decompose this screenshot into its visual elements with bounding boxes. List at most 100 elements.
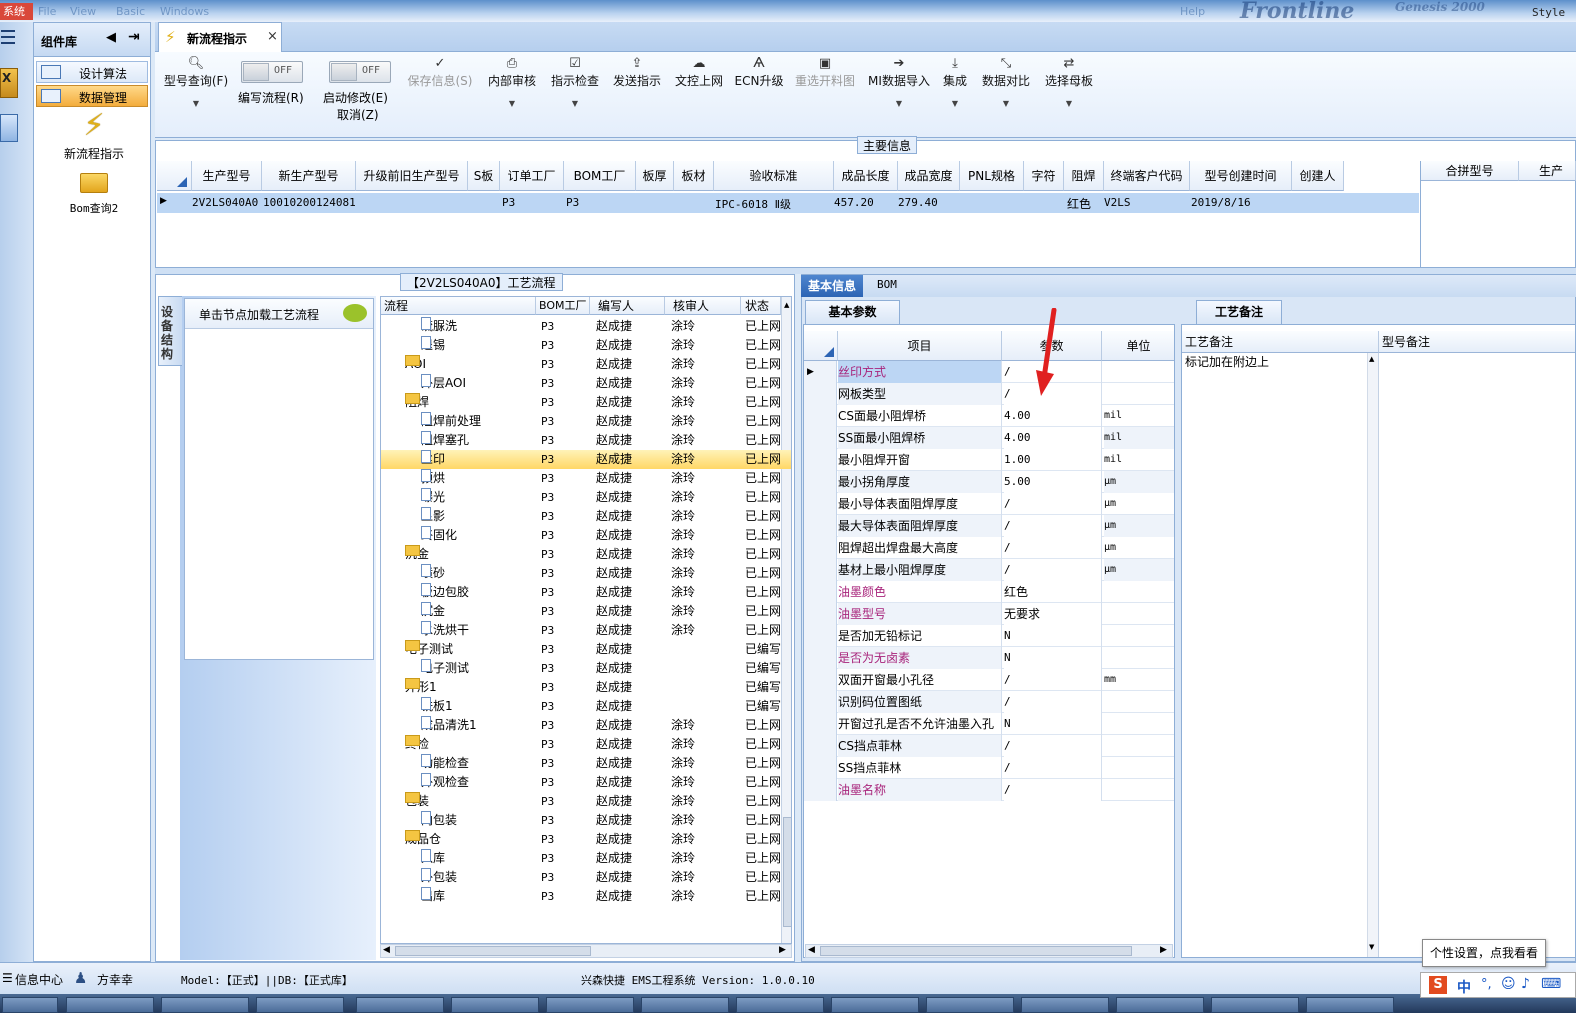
tree-row[interactable]: 板边包胶 P3 赵成捷 涂玲 已上网	[381, 583, 791, 602]
save-info-button[interactable]: ✓ 保存信息(S)	[405, 56, 475, 89]
tree-node[interactable]: 硫脲洗	[421, 317, 457, 336]
toggle-write-process[interactable]: OFF	[241, 61, 303, 83]
send-instruction-button[interactable]: ⇪ 发送指示	[608, 56, 666, 89]
column-header[interactable]: 工艺备注	[1182, 331, 1379, 353]
chevron-down-icon[interactable]: ▼	[483, 99, 541, 108]
column-header[interactable]: PNL规格	[960, 161, 1024, 191]
tree-node[interactable]: 丝印	[421, 450, 445, 469]
param-row[interactable]: 油墨型号 无要求	[804, 603, 1174, 625]
param-value[interactable]: 1.00	[1004, 449, 1102, 471]
taskbar-item[interactable]	[736, 997, 824, 1013]
column-header[interactable]: 终端客户代码	[1104, 161, 1190, 191]
pin-panel-icon[interactable]: ⇥	[128, 29, 140, 45]
param-row[interactable]: 双面开窗最小孔径 / mm	[804, 669, 1174, 691]
hamburger-menu-icon[interactable]	[1, 28, 15, 46]
node-prompt-bar[interactable]: 单击节点加载工艺流程	[185, 299, 373, 329]
tree-row[interactable]: 功能检查 P3 赵成捷 涂玲 已上网	[381, 754, 791, 773]
tree-row[interactable]: −阻焊 P3 赵成捷 涂玲 已上网	[381, 393, 791, 412]
param-row[interactable]: 油墨名称 /	[804, 779, 1174, 801]
chevron-down-icon[interactable]: ▼	[864, 99, 934, 108]
row-header[interactable]	[804, 735, 837, 757]
scroll-up-icon[interactable]: ▲	[784, 301, 789, 309]
param-row[interactable]: SS挡点菲林 /	[804, 757, 1174, 779]
tree-node[interactable]: −包装	[405, 792, 429, 811]
tree-row[interactable]: 预烘 P3 赵成捷 涂玲 已上网	[381, 469, 791, 488]
keyboard-icon[interactable]: ⌨	[1541, 976, 1561, 992]
column-header[interactable]: 创建人	[1292, 161, 1344, 191]
taskbar-item[interactable]	[546, 997, 634, 1013]
row-header[interactable]	[804, 383, 837, 405]
tree-row[interactable]: −AOI P3 赵成捷 涂玲 已上网	[381, 355, 791, 374]
row-header[interactable]	[804, 691, 837, 713]
tree-row[interactable]: 丝印 P3 赵成捷 涂玲 已上网	[381, 450, 791, 469]
param-row[interactable]: 最小导体表面阻焊厚度 / μm	[804, 493, 1174, 515]
column-header[interactable]: 阻焊	[1064, 161, 1104, 191]
param-row[interactable]: 最大导体表面阻焊厚度 / μm	[804, 515, 1174, 537]
param-value[interactable]: N	[1004, 647, 1102, 669]
tree-node[interactable]: −AOI	[405, 355, 426, 374]
mi-data-import-button[interactable]: ➔ MI数据导入 ▼	[864, 56, 934, 108]
param-row[interactable]: 油墨颜色 红色	[804, 581, 1174, 603]
scroll-left-icon[interactable]: ◀	[383, 945, 390, 955]
param-row[interactable]: 开窗过孔是否不允许油墨入孔 N	[804, 713, 1174, 735]
scrollbar-thumb[interactable]	[395, 946, 591, 956]
taskbar-item[interactable]	[1306, 997, 1394, 1013]
tab-basic-params[interactable]: 基本参数	[805, 300, 900, 324]
scroll-down-icon[interactable]: ▼	[1369, 943, 1374, 951]
toggle-start-modify[interactable]: OFF	[329, 61, 391, 83]
scroll-up-icon[interactable]: ▲	[1369, 355, 1374, 363]
row-header[interactable]	[804, 471, 837, 493]
internal-review-button[interactable]: ⎙ 内部审核 ▼	[483, 56, 541, 108]
tree-row[interactable]: 电子测试 P3 赵成捷 已编写	[381, 659, 791, 678]
tab-process-remarks[interactable]: 工艺备注	[1196, 300, 1282, 324]
tree-row[interactable]: 外包装 P3 赵成捷 涂玲 已上网	[381, 868, 791, 887]
tile-bom-query[interactable]: Bom查询2	[44, 169, 144, 215]
row-header[interactable]	[804, 449, 837, 471]
param-row[interactable]: CS挡点菲林 /	[804, 735, 1174, 757]
column-header[interactable]: 验收标准	[714, 161, 834, 191]
nav-item-design-algorithm[interactable]: 设计算法	[36, 61, 148, 83]
row-header[interactable]	[804, 405, 837, 427]
param-row[interactable]: 最小阻焊开窗 1.00 mil	[804, 449, 1174, 471]
emoji-icon[interactable]: ☺	[1501, 976, 1516, 992]
cancel-link[interactable]: 取消(Z)	[337, 106, 379, 123]
column-header[interactable]: 板厚	[636, 161, 674, 191]
horizontal-scrollbar[interactable]: ◀ ▶	[380, 944, 792, 958]
column-header[interactable]: 订单工厂	[500, 161, 564, 191]
ime-toolbar[interactable]: S 中 °, ☺ ♪ ⌨	[1420, 972, 1576, 998]
tree-row[interactable]: 阻焊塞孔 P3 赵成捷 涂玲 已上网	[381, 431, 791, 450]
column-header[interactable]: 型号备注	[1379, 331, 1575, 353]
param-value[interactable]: /	[1004, 669, 1102, 691]
column-header[interactable]: 升级前旧生产型号	[356, 161, 468, 191]
param-value[interactable]: N	[1004, 713, 1102, 735]
calculator-icon[interactable]	[0, 114, 18, 142]
row-header[interactable]	[804, 493, 837, 515]
column-header[interactable]: BOM工厂	[564, 161, 636, 191]
model-query-button[interactable]: 🔍︎ 型号查询(F) ▼	[161, 56, 231, 108]
tab-new-process[interactable]: ⚡ 新流程指示 ×	[158, 22, 282, 52]
param-row[interactable]: SS面最小阻焊桥 4.00 mil	[804, 427, 1174, 449]
taskbar-item[interactable]	[256, 997, 344, 1013]
column-header[interactable]: S板	[468, 161, 500, 191]
tree-node[interactable]: −终检	[405, 735, 429, 754]
personalize-tooltip[interactable]: 个性设置，点我看看	[1422, 939, 1546, 967]
tree-node[interactable]: −外形1	[405, 678, 437, 697]
tree-node[interactable]: 外包装	[421, 868, 457, 887]
row-header[interactable]: ▶	[804, 361, 837, 383]
row-header[interactable]	[804, 603, 837, 625]
param-value[interactable]: N	[1004, 625, 1102, 647]
param-row[interactable]: 是否加无铅标记 N	[804, 625, 1174, 647]
tree-node[interactable]: 阻焊前处理	[421, 412, 481, 431]
column-header[interactable]: 成品宽度	[898, 161, 960, 191]
tree-row[interactable]: 内包装 P3 赵成捷 涂玲 已上网	[381, 811, 791, 830]
taskbar-item[interactable]	[451, 997, 539, 1013]
column-header[interactable]: 板材	[674, 161, 714, 191]
param-value[interactable]: 无要求	[1004, 603, 1102, 625]
param-row[interactable]: CS面最小阻焊桥 4.00 mil	[804, 405, 1174, 427]
column-header[interactable]: 单位	[1102, 331, 1174, 361]
info-center-link[interactable]: 信息中心	[15, 971, 63, 988]
column-header[interactable]: 流程	[381, 297, 536, 315]
taskbar-item[interactable]	[1116, 997, 1204, 1013]
instruction-check-button[interactable]: ☑ 指示检查 ▼	[546, 56, 604, 108]
tree-row[interactable]: 曝光 P3 赵成捷 涂玲 已上网	[381, 488, 791, 507]
